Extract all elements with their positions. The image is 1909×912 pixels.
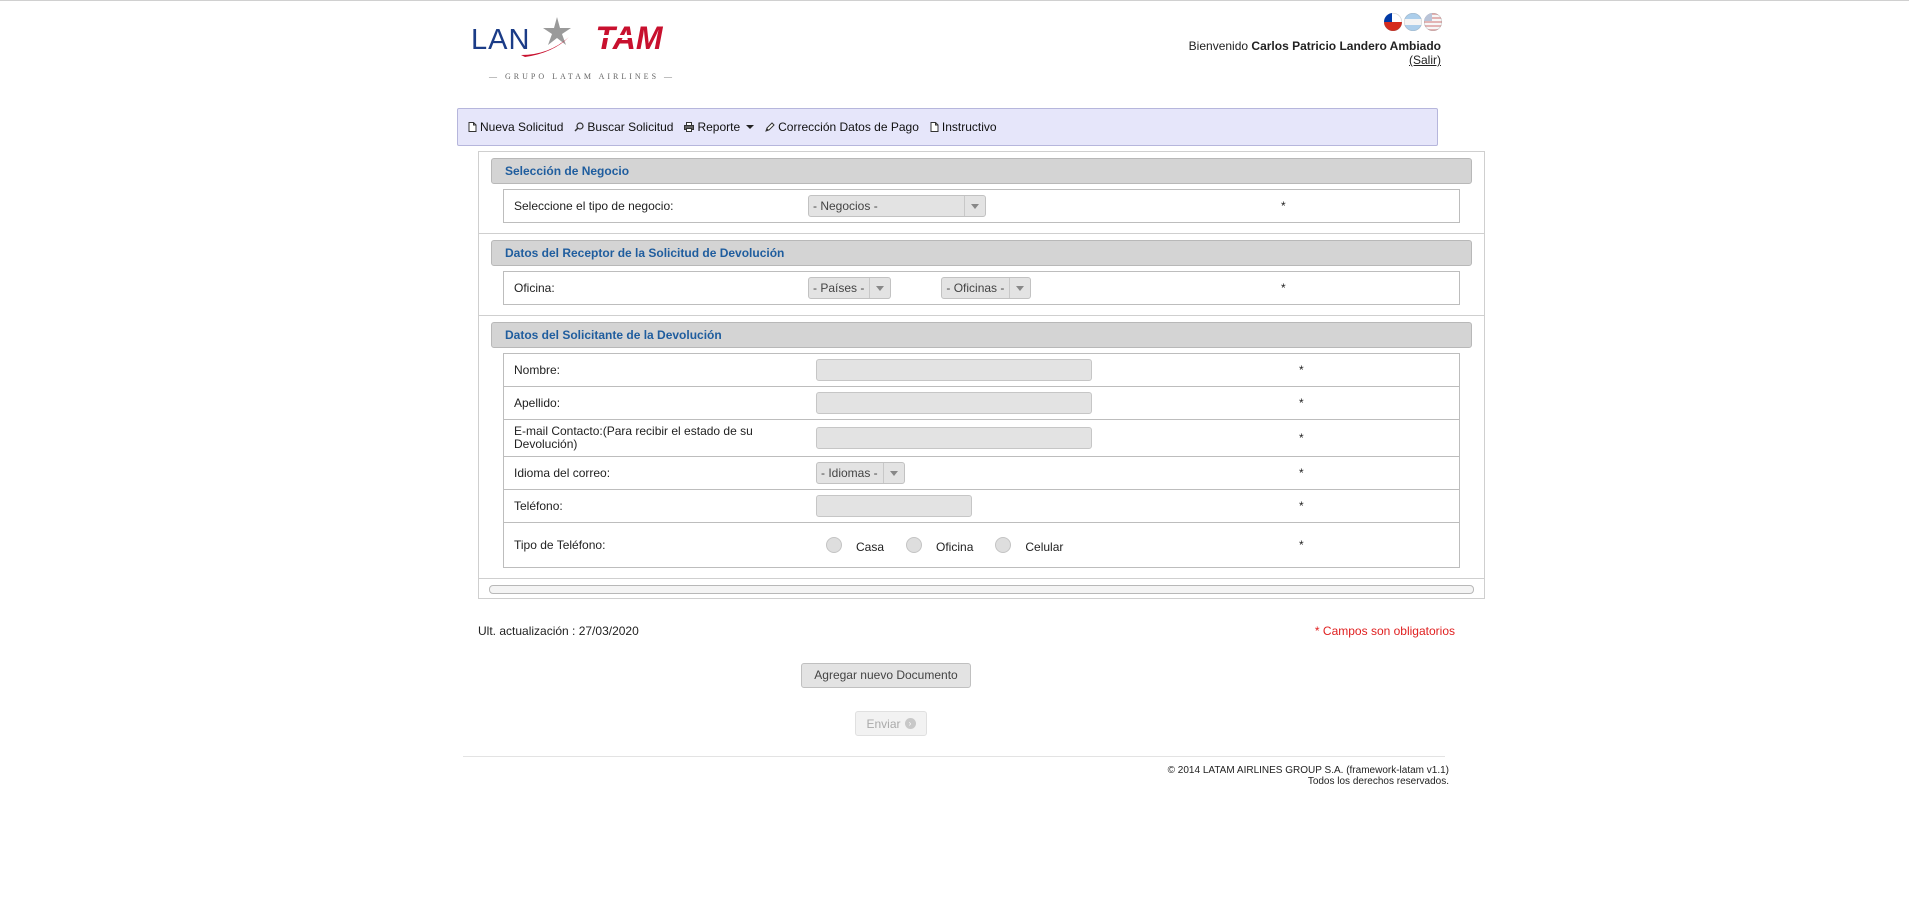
tipo-telefono-label: Tipo de Teléfono: [514,537,606,552]
section-solicitante: Datos del Solicitante de la Devolución N… [479,322,1484,579]
menu-correccion-datos-pago[interactable]: Corrección Datos de Pago [765,120,919,134]
form-rows: Seleccione el tipo de negocio: - Negocio… [503,189,1460,223]
user-name: Carlos Patricio Landero Ambiado [1251,39,1441,53]
radio-oficina-label: Oficina [936,540,974,554]
copyright: © 2014 LATAM AIRLINES GROUP S.A. (framew… [1167,765,1449,776]
row-idioma: Idioma del correo: - Idiomas - * [504,457,1459,490]
apellido-label: Apellido: [514,395,561,410]
section-title: Datos del Receptor de la Solicitud de De… [491,240,1472,266]
logout-link[interactable]: (Salir) [1409,53,1441,67]
required-mark: * [1299,431,1304,445]
chevron-down-icon [1009,278,1030,298]
printer-icon [684,122,695,132]
chevron-down-icon [964,196,985,216]
required-mark: * [1281,281,1286,295]
chevron-down-icon [869,278,890,298]
pencil-icon [765,122,775,132]
form-rows: Nombre: * Apellido: * E-mail Contacto:(P… [503,353,1460,568]
search-icon [574,122,584,132]
radio-celular[interactable] [995,537,1012,553]
document-icon [468,122,477,132]
paises-select[interactable]: - Países - [808,277,892,299]
section-negocio: Selección de Negocio Seleccione el tipo … [479,158,1484,234]
welcome-block: Bienvenido Carlos Patricio Landero Ambia… [1189,39,1441,67]
header: LAN TAM — GRUPO LATAM AIRLINES — Bienven… [457,1,1442,101]
latam-logo: LAN TAM — GRUPO LATAM AIRLINES — [469,15,729,85]
radio-casa-label: Casa [856,540,885,554]
argentina-flag-icon[interactable] [1404,13,1422,31]
logo-lan-text: LAN [471,24,530,56]
radio-casa[interactable] [826,537,842,553]
row-telefono: Teléfono: * [504,490,1459,523]
required-mark: * [1281,199,1286,213]
radio-celular-label: Celular [1025,540,1064,554]
footer-divider [463,756,1445,757]
section-title: Selección de Negocio [491,158,1472,184]
idioma-label: Idioma del correo: [514,465,611,480]
nombre-label: Nombre: [514,362,561,377]
row-nombre: Nombre: * [504,354,1459,387]
telefono-label: Teléfono: [514,498,563,513]
last-updated: Ult. actualización : 27/03/2020 [478,624,639,638]
main-menu: Nueva Solicitud Buscar Solicitud Reporte… [457,108,1438,146]
send-button[interactable]: Enviar › [855,711,927,736]
send-label: Enviar [866,716,901,731]
lan-tam-logo-icon: LAN TAM — GRUPO LATAM AIRLINES — [471,17,675,81]
radio-oficina[interactable] [906,537,923,553]
form-rows: Oficina: - Países - - Oficinas - * [503,271,1460,305]
required-mark: * [1299,396,1304,410]
row-email: E-mail Contacto:(Para recibir el estado … [504,420,1459,457]
required-mark: * [1299,538,1304,552]
rights-reserved: Todos los derechos reservados. [1307,776,1449,787]
arrow-right-icon: › [904,718,916,729]
required-mark: * [1299,499,1304,513]
required-mark: * [1299,363,1304,377]
select-value: - Negocios - [813,199,878,213]
row-tipo-telefono: Tipo de Teléfono: Casa Oficina Celular * [504,523,1459,567]
select-value: - Idiomas - [821,466,878,480]
add-document-button[interactable]: Agregar nuevo Documento [801,663,971,688]
idioma-select[interactable]: - Idiomas - [816,462,905,484]
row-tipo-negocio: Seleccione el tipo de negocio: - Negocio… [504,190,1459,222]
phone-type-radio-group: Casa Oficina Celular [826,537,1085,554]
menu-label: Buscar Solicitud [587,120,674,134]
select-value: - Oficinas - [946,281,1005,295]
menu-label: Corrección Datos de Pago [778,120,919,134]
required-fields-note: * Campos son obligatorios [1314,624,1455,638]
usa-flag-icon[interactable] [1424,13,1442,31]
row-apellido: Apellido: * [504,387,1459,420]
oficinas-select[interactable]: - Oficinas - [941,277,1032,299]
menu-nueva-solicitud[interactable]: Nueva Solicitud [468,120,563,134]
email-label: E-mail Contacto:(Para recibir el estado … [514,424,753,451]
nombre-input[interactable] [816,359,1092,381]
chile-flag-icon[interactable] [1384,13,1402,31]
menu-buscar-solicitud[interactable]: Buscar Solicitud [574,120,673,134]
chevron-down-icon [746,125,755,129]
email-input[interactable] [816,427,1092,449]
required-mark: * [1299,466,1304,480]
menu-reporte[interactable]: Reporte [684,120,755,134]
tipo-negocio-label: Seleccione el tipo de negocio: [514,198,674,213]
footer: © 2014 LATAM AIRLINES GROUP S.A. (framew… [1168,765,1449,787]
language-selector [1384,13,1442,31]
section-title: Datos del Solicitante de la Devolución [491,322,1472,348]
menu-label: Reporte [697,120,741,134]
select-value: - Países - [813,281,865,295]
apellido-input[interactable] [816,392,1092,414]
row-oficina: Oficina: - Países - - Oficinas - * [504,272,1459,304]
menu-instructivo[interactable]: Instructivo [930,120,997,134]
chevron-down-icon [882,463,904,483]
tipo-negocio-select[interactable]: - Negocios - [808,195,986,217]
menu-label: Nueva Solicitud [480,120,564,134]
welcome-label: Bienvenido [1188,39,1249,53]
section-receptor: Datos del Receptor de la Solicitud de De… [479,240,1484,316]
horizontal-scrollbar[interactable] [489,585,1474,594]
refund-form: Selección de Negocio Seleccione el tipo … [478,151,1485,599]
oficina-label: Oficina: [514,280,555,295]
telefono-input[interactable] [816,495,972,517]
page-wrapper: LAN TAM — GRUPO LATAM AIRLINES — Bienven… [457,1,1485,787]
document-icon [930,122,939,132]
logo-subtitle: — GRUPO LATAM AIRLINES — [488,72,675,81]
menu-label: Instructivo [941,120,997,134]
